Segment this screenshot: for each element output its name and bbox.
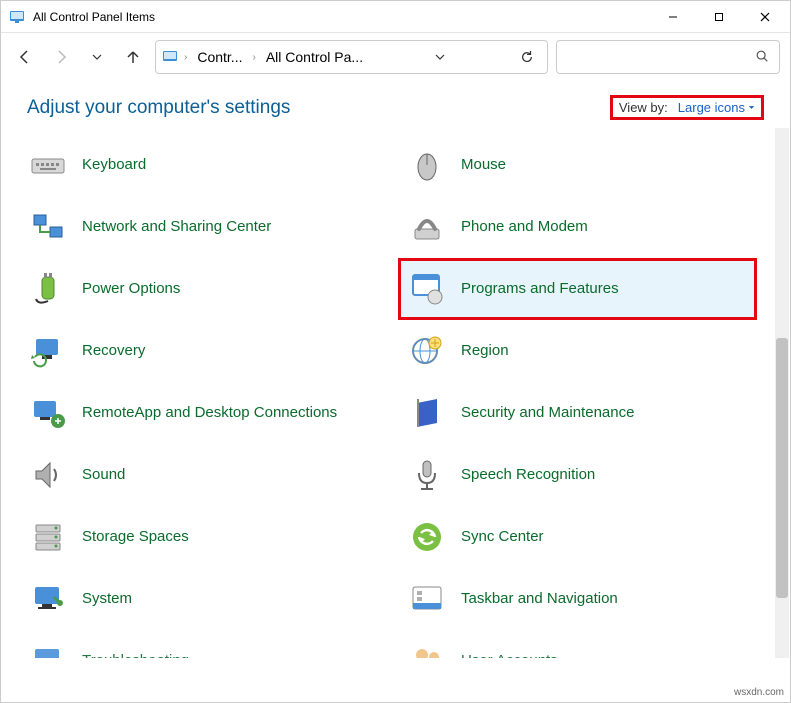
header: Adjust your computer's settings View by:… <box>1 81 790 128</box>
item-label: Region <box>461 342 509 360</box>
item-programs[interactable]: Programs and Features <box>398 258 757 320</box>
item-label: Troubleshooting <box>82 652 189 658</box>
security-icon <box>407 393 447 433</box>
item-label: Sound <box>82 466 125 484</box>
programs-icon <box>407 269 447 309</box>
items-grid: Keyboard Mouse Network and Sharing Cente… <box>1 128 775 658</box>
item-network[interactable]: Network and Sharing Center <box>19 196 378 258</box>
item-storage[interactable]: Storage Spaces <box>19 506 378 568</box>
troubleshoot-icon <box>28 641 68 658</box>
item-label: Power Options <box>82 280 180 298</box>
item-security[interactable]: Security and Maintenance <box>398 382 757 444</box>
item-label: Storage Spaces <box>82 528 189 546</box>
page-title: Adjust your computer's settings <box>27 97 610 119</box>
recovery-icon <box>28 331 68 371</box>
control-panel-icon <box>9 9 25 25</box>
control-panel-addr-icon <box>162 49 178 65</box>
refresh-button[interactable] <box>513 43 541 71</box>
item-recovery[interactable]: Recovery <box>19 320 378 382</box>
scrollbar-thumb[interactable] <box>776 338 788 598</box>
item-taskbar[interactable]: Taskbar and Navigation <box>398 568 757 630</box>
view-by-value[interactable]: Large icons <box>678 100 755 115</box>
users-icon <box>407 641 447 658</box>
chevron-right-icon: › <box>252 52 255 63</box>
maximize-button[interactable] <box>696 2 742 32</box>
storage-icon <box>28 517 68 557</box>
item-label: Speech Recognition <box>461 466 595 484</box>
watermark: wsxdn.com <box>734 687 784 698</box>
back-button[interactable] <box>11 43 39 71</box>
sound-icon <box>28 455 68 495</box>
item-power[interactable]: Power Options <box>19 258 378 320</box>
item-region[interactable]: Region <box>398 320 757 382</box>
region-icon <box>407 331 447 371</box>
address-dropdown[interactable] <box>426 43 454 71</box>
forward-button[interactable] <box>47 43 75 71</box>
item-system[interactable]: System <box>19 568 378 630</box>
search-icon <box>755 49 769 66</box>
chevron-down-icon <box>748 104 755 111</box>
network-icon <box>28 207 68 247</box>
minimize-button[interactable] <box>650 2 696 32</box>
item-sound[interactable]: Sound <box>19 444 378 506</box>
item-label: Programs and Features <box>461 280 619 298</box>
item-remoteapp[interactable]: RemoteApp and Desktop Connections <box>19 382 378 444</box>
breadcrumb-segment[interactable]: All Control Pa... <box>262 47 367 67</box>
breadcrumb-segment[interactable]: Contr... <box>193 47 246 67</box>
item-label: Security and Maintenance <box>461 404 634 422</box>
close-button[interactable] <box>742 2 788 32</box>
item-label: Taskbar and Navigation <box>461 590 618 608</box>
phone-modem-icon <box>407 207 447 247</box>
item-mouse[interactable]: Mouse <box>398 134 757 196</box>
item-label: Network and Sharing Center <box>82 218 271 236</box>
item-troubleshooting[interactable]: Troubleshooting <box>19 630 378 658</box>
address-bar[interactable]: › Contr... › All Control Pa... <box>155 40 548 74</box>
item-label: RemoteApp and Desktop Connections <box>82 404 337 422</box>
view-by-label: View by: <box>619 100 668 115</box>
view-by-control[interactable]: View by: Large icons <box>610 95 764 120</box>
item-label: Phone and Modem <box>461 218 588 236</box>
item-label: User Accounts <box>461 652 558 658</box>
power-icon <box>28 269 68 309</box>
item-label: System <box>82 590 132 608</box>
remoteapp-icon <box>28 393 68 433</box>
speech-icon <box>407 455 447 495</box>
sync-icon <box>407 517 447 557</box>
item-label: Recovery <box>82 342 145 360</box>
item-label: Sync Center <box>461 528 544 546</box>
item-keyboard[interactable]: Keyboard <box>19 134 378 196</box>
vertical-scrollbar[interactable] <box>775 128 789 658</box>
nav-row: › Contr... › All Control Pa... <box>1 33 790 81</box>
item-label: Keyboard <box>82 156 146 174</box>
item-label: Mouse <box>461 156 506 174</box>
up-button[interactable] <box>119 43 147 71</box>
keyboard-icon <box>28 145 68 185</box>
item-useraccounts[interactable]: User Accounts <box>398 630 757 658</box>
content-area: Keyboard Mouse Network and Sharing Cente… <box>1 128 790 658</box>
item-phone[interactable]: Phone and Modem <box>398 196 757 258</box>
system-icon <box>28 579 68 619</box>
view-by-value-text: Large icons <box>678 100 745 115</box>
recent-dropdown[interactable] <box>83 43 111 71</box>
mouse-icon <box>407 145 447 185</box>
taskbar-icon <box>407 579 447 619</box>
chevron-right-icon: › <box>184 52 187 63</box>
window-title: All Control Panel Items <box>33 10 155 24</box>
titlebar: All Control Panel Items <box>1 1 790 33</box>
item-sync[interactable]: Sync Center <box>398 506 757 568</box>
item-speech[interactable]: Speech Recognition <box>398 444 757 506</box>
search-input[interactable] <box>556 40 780 74</box>
